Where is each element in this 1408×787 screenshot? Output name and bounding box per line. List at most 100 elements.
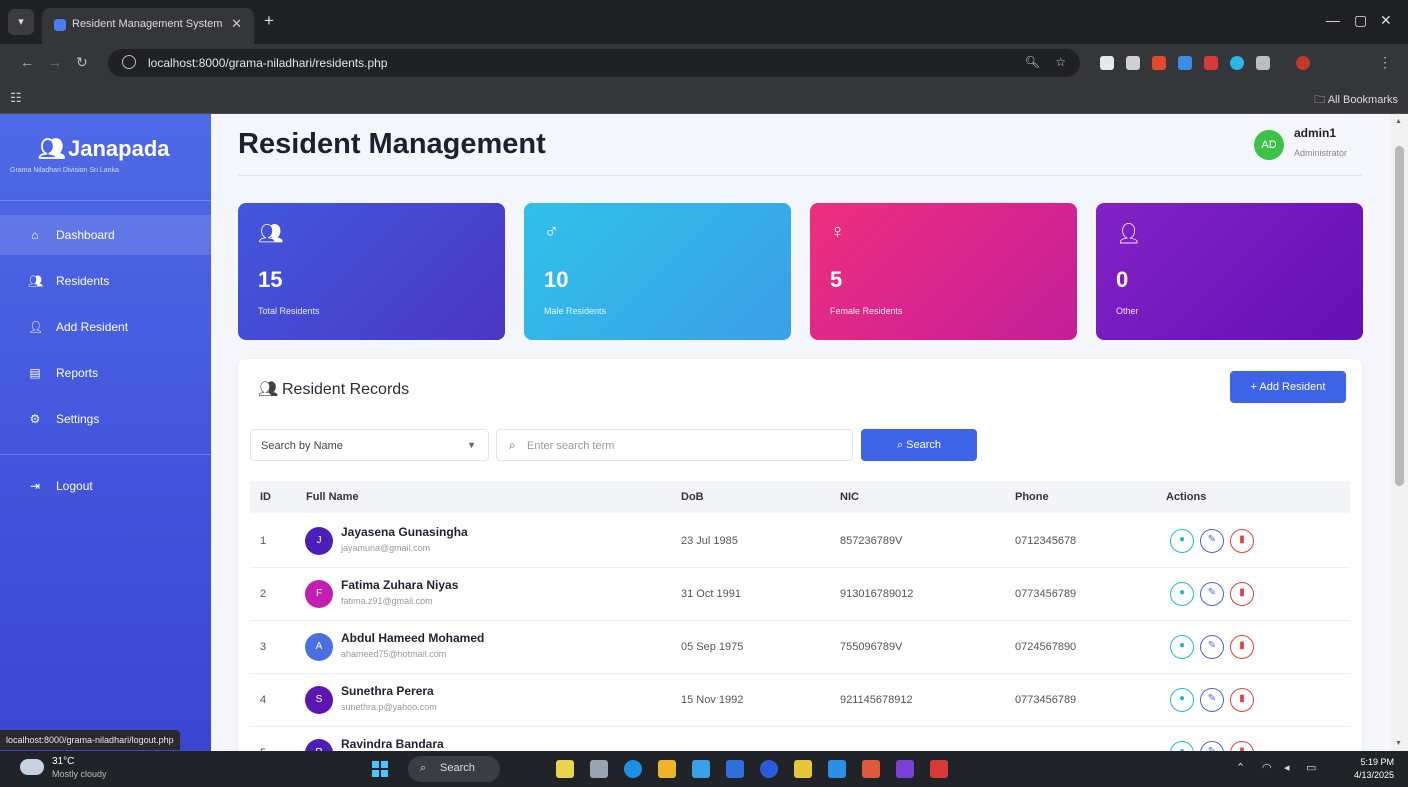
favicon-icon xyxy=(54,19,66,31)
url-text[interactable]: localhost:8000/grama-niladhari/residents… xyxy=(148,56,387,70)
tab-search-button[interactable]: ▾ xyxy=(8,9,34,35)
view-button[interactable]: ● xyxy=(1170,688,1194,712)
file-explorer-icon[interactable] xyxy=(658,760,676,778)
sidebar-item-label: Settings xyxy=(56,412,100,426)
extension-icon[interactable] xyxy=(1100,56,1114,70)
app-icon[interactable] xyxy=(590,760,608,778)
row-avatar: J xyxy=(305,527,333,555)
sidebar-item-dashboard[interactable]: ⌂ Dashboard xyxy=(0,215,211,255)
avatar[interactable]: AD xyxy=(1254,130,1284,160)
sidebar-item-residents[interactable]: 👥︎ Residents xyxy=(0,261,211,301)
tab-close-icon[interactable]: ✕ xyxy=(231,16,242,32)
extension-icon[interactable] xyxy=(1230,56,1244,70)
browser-tab[interactable]: Resident Management System ✕ xyxy=(42,8,254,44)
new-tab-button[interactable]: + xyxy=(264,11,274,31)
view-button[interactable]: ● xyxy=(1170,635,1194,659)
resident-records-panel: 👥︎ Resident Records + Add Resident Search… xyxy=(238,359,1362,751)
scrollbar-thumb[interactable] xyxy=(1395,146,1404,486)
edit-button[interactable]: ✎ xyxy=(1200,741,1224,751)
extension-icon[interactable] xyxy=(1204,56,1218,70)
browser-menu-icon[interactable]: ⋮ xyxy=(1378,54,1392,71)
cell-id: 3 xyxy=(260,641,267,653)
search-button-label: Search xyxy=(906,438,942,451)
stat-label: Total Residents xyxy=(258,306,320,316)
all-bookmarks-button[interactable]: 🗀 All Bookmarks xyxy=(1314,91,1398,110)
cell-email: sunethra.p@yahoo.com xyxy=(341,702,437,712)
sidebar-item-label: Add Resident xyxy=(56,320,129,334)
app-icon[interactable] xyxy=(930,760,948,778)
sidebar-item-add-resident[interactable]: 👤︎ Add Resident xyxy=(0,307,211,347)
profile-avatar-icon[interactable] xyxy=(1296,56,1310,70)
scroll-up-icon[interactable]: ▲ xyxy=(1395,118,1402,125)
site-info-icon[interactable] xyxy=(122,55,136,69)
reload-icon[interactable]: ↻ xyxy=(76,54,88,71)
edit-button[interactable]: ✎ xyxy=(1200,529,1224,553)
clock-date: 4/13/2025 xyxy=(1353,770,1394,780)
taskbar: 31°C Mostly cloudy ⌕ Search ⌃ ◠ ◂ ▭ 5:19… xyxy=(0,751,1408,787)
windows-start-icon[interactable] xyxy=(372,761,388,777)
cell-dob: 15 Nov 1992 xyxy=(681,694,744,706)
taskbar-search-label: Search xyxy=(440,762,475,774)
app-icon[interactable] xyxy=(624,760,642,778)
app-icon[interactable] xyxy=(896,760,914,778)
trash-icon: ▮ xyxy=(1239,640,1245,651)
volume-icon[interactable]: ◂ xyxy=(1284,761,1290,774)
row-avatar: S xyxy=(305,686,333,714)
delete-button[interactable]: ▮ xyxy=(1230,582,1254,606)
app-icon[interactable] xyxy=(862,760,880,778)
edit-button[interactable]: ✎ xyxy=(1200,582,1224,606)
window-close-icon[interactable]: ✕ xyxy=(1380,12,1392,29)
cell-nic: 857236789V xyxy=(840,535,903,547)
system-clock[interactable]: 5:19 PM 4/13/2025 xyxy=(1354,756,1394,782)
search-by-select[interactable]: Search by Name ▼ xyxy=(250,429,489,461)
extensions-puzzle-icon[interactable] xyxy=(1256,56,1270,70)
delete-button[interactable]: ▮ xyxy=(1230,635,1254,659)
view-button[interactable]: ● xyxy=(1170,741,1194,751)
zoom-icon[interactable]: 🔍︎ xyxy=(1025,55,1040,69)
sidebar-item-settings[interactable]: ⚙ Settings xyxy=(0,399,211,439)
page-scrollbar[interactable]: ▲ ▼ xyxy=(1391,114,1408,751)
view-button[interactable]: ● xyxy=(1170,529,1194,553)
extension-icon[interactable] xyxy=(1126,56,1140,70)
edit-button[interactable]: ✎ xyxy=(1200,635,1224,659)
bookmark-star-icon[interactable]: ☆ xyxy=(1055,55,1066,69)
minimize-icon[interactable]: — xyxy=(1326,12,1340,28)
scroll-down-icon[interactable]: ▼ xyxy=(1395,740,1402,747)
app-icon[interactable] xyxy=(692,760,710,778)
app-icon[interactable] xyxy=(556,760,574,778)
battery-icon[interactable]: ▭ xyxy=(1306,761,1316,774)
search-field[interactable]: ⌕ xyxy=(496,429,853,461)
chevron-up-icon[interactable]: ⌃ xyxy=(1236,761,1245,774)
delete-button[interactable]: ▮ xyxy=(1230,741,1254,751)
search-button[interactable]: ⌕ Search xyxy=(861,429,977,461)
cell-full-name: Sunethra Perera xyxy=(341,684,434,698)
sidebar-item-logout[interactable]: ⇥ Logout xyxy=(0,466,211,506)
stat-label: Other xyxy=(1116,306,1139,316)
app-icon[interactable] xyxy=(726,760,744,778)
app-icon[interactable] xyxy=(794,760,812,778)
sidebar-divider xyxy=(0,454,211,455)
apps-grid-icon[interactable]: ☷ xyxy=(10,90,22,106)
add-resident-button[interactable]: + Add Resident xyxy=(1230,371,1346,403)
users-icon: 👥︎ xyxy=(28,274,44,288)
sidebar-item-reports[interactable]: ▤ Reports xyxy=(0,353,211,393)
user-role: Administrator xyxy=(1294,148,1348,158)
delete-button[interactable]: ▮ xyxy=(1230,688,1254,712)
extension-icon[interactable] xyxy=(1152,56,1166,70)
taskbar-search[interactable]: ⌕ Search xyxy=(408,756,500,782)
brand-subtitle: Grama Niladhari Division Sri Lanka xyxy=(10,167,119,174)
maximize-icon[interactable]: ▢ xyxy=(1354,12,1367,29)
search-input[interactable] xyxy=(527,436,837,456)
extension-icon[interactable] xyxy=(1178,56,1192,70)
vscode-icon[interactable] xyxy=(828,760,846,778)
edit-button[interactable]: ✎ xyxy=(1200,688,1224,712)
view-button[interactable]: ● xyxy=(1170,582,1194,606)
forward-icon[interactable]: → xyxy=(48,54,62,70)
delete-button[interactable]: ▮ xyxy=(1230,529,1254,553)
brand[interactable]: 👥︎ Janapada xyxy=(38,136,170,162)
back-icon[interactable]: ← xyxy=(20,54,34,70)
male-icon: ♂ xyxy=(544,221,559,243)
wifi-icon[interactable]: ◠ xyxy=(1262,761,1272,774)
address-bar[interactable]: localhost:8000/grama-niladhari/residents… xyxy=(108,49,1080,77)
app-icon[interactable] xyxy=(760,760,778,778)
